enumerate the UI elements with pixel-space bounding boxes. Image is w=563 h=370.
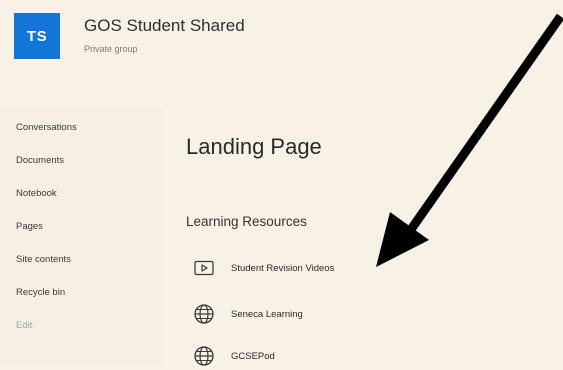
annotation-arrow (376, 13, 563, 267)
